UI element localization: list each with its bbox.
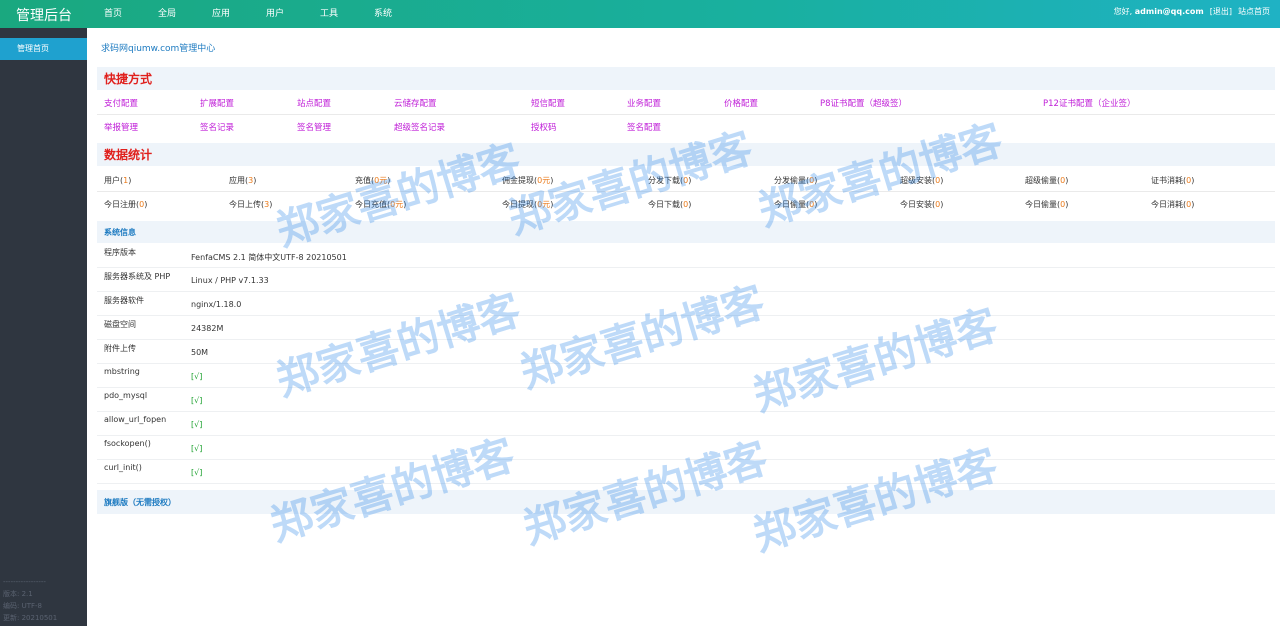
top-bar: 管理后台 首页 全局 应用 用户 工具 系统 您好, admin@qq.com … (0, 0, 1280, 28)
nav-apps[interactable]: 应用 (212, 0, 266, 28)
shortcut-super-sign-records[interactable]: 超级签名记录 (394, 121, 445, 133)
top-nav: 首页 全局 应用 用户 工具 系统 (104, 0, 428, 28)
info-value: 24382M (191, 324, 224, 333)
info-key: curl_init() (104, 463, 142, 472)
shortcut-p12-cert-config[interactable]: P12证书配置（企业签） (1043, 97, 1135, 109)
user-email: admin@qq.com (1134, 7, 1204, 16)
info-row-fsockopen: fsockopen() [√] (97, 436, 1275, 460)
sidebar-footer: ----------------- 版本: 2.1 编码: UTF-8 更新: … (3, 576, 57, 624)
shortcut-site-config[interactable]: 站点配置 (297, 97, 331, 109)
info-row-mbstring: mbstring [√] (97, 364, 1275, 388)
site-home-link[interactable]: 站点首页 (1238, 0, 1270, 24)
shortcut-business-config[interactable]: 业务配置 (627, 97, 661, 109)
shortcut-report-manage[interactable]: 举报管理 (104, 121, 138, 133)
check-ok-value: [√] (191, 372, 203, 381)
shortcut-pay-config[interactable]: 支付配置 (104, 97, 138, 109)
info-key: 程序版本 (104, 248, 136, 257)
info-row-version: 程序版本 FenfaCMS 2.1 简体中文UTF-8 20210501 (97, 244, 1275, 268)
stat-dist-downloads: 分发下载(0) (648, 176, 692, 185)
nav-global[interactable]: 全局 (158, 0, 212, 28)
stat-today-installs: 今日安装(0) (900, 200, 944, 209)
info-row-allow-url-fopen: allow_url_fopen [√] (97, 412, 1275, 436)
stat-super-deduct: 超级偷量(0) (1025, 176, 1069, 185)
nav-users[interactable]: 用户 (266, 0, 320, 28)
stat-recharge: 充值(0元) (355, 176, 391, 185)
stat-today-usage: 今日消耗(0) (1151, 200, 1195, 209)
shortcut-p8-cert-config[interactable]: P8证书配置（超级签） (820, 97, 907, 109)
info-key: mbstring (104, 367, 140, 376)
stat-super-installs: 超级安装(0) (900, 176, 944, 185)
check-ok-value: [√] (191, 468, 203, 477)
info-value: FenfaCMS 2.1 简体中文UTF-8 20210501 (191, 253, 347, 262)
shortcut-sign-records[interactable]: 签名记录 (200, 121, 234, 133)
info-row-upload-limit: 附件上传 50M (97, 340, 1275, 364)
footer-version: 版本: 2.1 (3, 590, 33, 598)
info-key: pdo_mysql (104, 391, 148, 400)
stat-today-deduct: 今日偷量(0) (774, 200, 818, 209)
check-ok-value: [√] (191, 420, 203, 429)
shortcut-sign-manage[interactable]: 签名管理 (297, 121, 331, 133)
info-row-pdo-mysql: pdo_mysql [√] (97, 388, 1275, 412)
divider (97, 191, 1275, 192)
stat-today-upload: 今日上传(3) (229, 200, 273, 209)
info-row-disk-space: 磁盘空间 24382M (97, 316, 1275, 340)
stats-band (97, 143, 1275, 166)
info-key: 附件上传 (104, 344, 136, 353)
shortcut-price-config[interactable]: 价格配置 (724, 97, 758, 109)
stat-today-withdraw: 今日提现(0元) (502, 200, 554, 209)
info-key: 服务器系统及 PHP (104, 272, 171, 281)
stat-dist-deduct: 分发偷量(0) (774, 176, 818, 185)
edition-band (97, 490, 1275, 514)
brand-title: 管理后台 (16, 8, 72, 24)
system-band (97, 221, 1275, 243)
stats-title: 数据统计 (104, 148, 153, 162)
system-title: 系统信息 (104, 228, 136, 237)
user-greeting: 您好, admin@qq.com (1113, 7, 1204, 16)
stat-today-deduct-2: 今日偷量(0) (1025, 200, 1069, 209)
footer-divider: ----------------- (3, 578, 46, 586)
info-value: nginx/1.18.0 (191, 300, 242, 309)
sidebar: 管理首页 ----------------- 版本: 2.1 编码: UTF-8… (0, 28, 87, 626)
info-key: fsockopen() (104, 439, 151, 448)
nav-tools[interactable]: 工具 (320, 0, 374, 28)
nav-system[interactable]: 系统 (374, 0, 428, 28)
shortcut-sms-config[interactable]: 短信配置 (531, 97, 565, 109)
stat-cert-usage: 证书消耗(0) (1151, 176, 1195, 185)
stat-commission-withdraw: 佣金提现(0元) (502, 176, 554, 185)
info-key: 服务器软件 (104, 296, 144, 305)
info-value: 50M (191, 348, 209, 357)
info-key: 磁盘空间 (104, 320, 136, 329)
main-content: 求码网qiumw.com管理中心 快捷方式 支付配置 扩展配置 站点配置 云储存… (87, 28, 1280, 626)
check-ok-value: [√] (191, 396, 203, 405)
info-value: Linux / PHP v7.1.33 (191, 276, 269, 285)
stat-today-downloads: 今日下载(0) (648, 200, 692, 209)
shortcuts-band (97, 67, 1275, 90)
footer-encoding: 编码: UTF-8 (3, 602, 42, 610)
stat-apps: 应用(3) (229, 176, 257, 185)
edition-label: 旗舰版（无需授权） (104, 498, 176, 507)
shortcuts-title: 快捷方式 (104, 72, 153, 86)
nav-home[interactable]: 首页 (104, 0, 158, 28)
breadcrumb: 求码网qiumw.com管理中心 (101, 44, 216, 54)
stat-today-register: 今日注册(0) (104, 200, 148, 209)
footer-updated: 更新: 20210501 (3, 614, 58, 622)
user-bar: 您好, admin@qq.com [退出] 站点首页 (1114, 0, 1270, 24)
info-row-curl-init: curl_init() [√] (97, 460, 1275, 484)
stat-users: 用户(1) (104, 176, 132, 185)
shortcut-cloud-storage-config[interactable]: 云储存配置 (394, 97, 437, 109)
info-row-server-software: 服务器软件 nginx/1.18.0 (97, 292, 1275, 316)
check-ok-value: [√] (191, 444, 203, 453)
stat-today-recharge: 今日充值(0元) (355, 200, 407, 209)
logout-link[interactable]: [退出] (1210, 0, 1232, 24)
shortcut-ext-config[interactable]: 扩展配置 (200, 97, 234, 109)
divider (97, 114, 1275, 115)
shortcut-auth-code[interactable]: 授权码 (531, 121, 557, 133)
info-row-os-php: 服务器系统及 PHP Linux / PHP v7.1.33 (97, 268, 1275, 292)
shortcut-sign-config[interactable]: 签名配置 (627, 121, 661, 133)
info-key: allow_url_fopen (104, 415, 167, 424)
sidebar-item-dashboard[interactable]: 管理首页 (0, 38, 87, 60)
